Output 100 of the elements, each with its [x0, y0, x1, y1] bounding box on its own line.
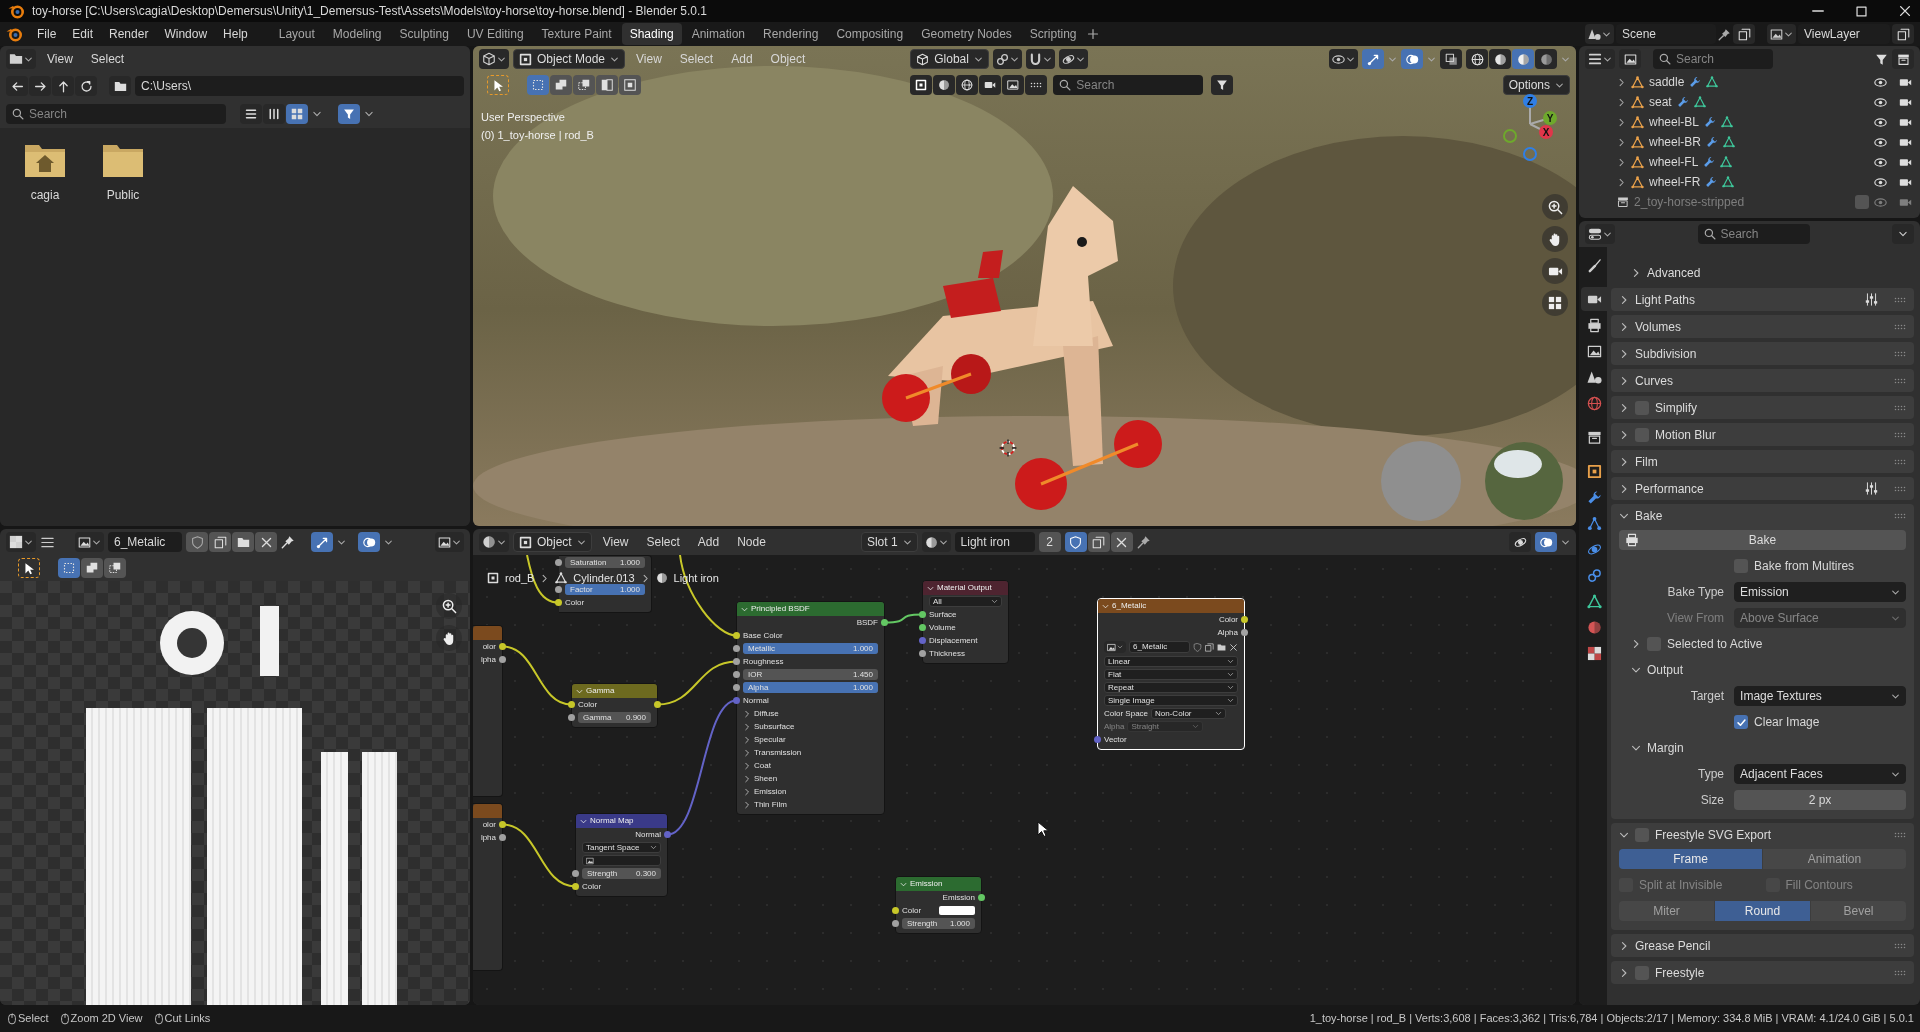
- panel-title[interactable]: Motion Blur: [1655, 425, 1716, 444]
- node[interactable]: Principled BSDF BSDF Base Color Metallic 1.000 Roughness IOR 1.450 Alpha 1.000 Normal Diffuse Subsurface Specular Transmission Coat Sheen Emission Thin Film: [736, 601, 885, 815]
- value-slider[interactable]: Factor 1.000: [565, 584, 645, 595]
- panel-label[interactable]: Specular: [754, 735, 786, 744]
- menu-item[interactable]: Add: [690, 531, 727, 553]
- object-name[interactable]: wheel-BL: [1649, 113, 1700, 131]
- image-name-field[interactable]: 6_Metalic: [1129, 641, 1190, 653]
- object-name[interactable]: saddle: [1649, 73, 1685, 91]
- search-input[interactable]: Search: [1076, 75, 1198, 95]
- orientation-dropdown[interactable]: Global: [910, 49, 989, 69]
- panel-title[interactable]: Advanced: [1647, 263, 1701, 282]
- panel-title[interactable]: Curves: [1635, 371, 1673, 390]
- node[interactable]: Gamma Color Gamma 0.900: [571, 683, 658, 728]
- workspace-tab[interactable]: Animation: [683, 23, 754, 45]
- menu-item[interactable]: Node: [730, 531, 773, 553]
- node[interactable]: Emission Emission Color Strength 1.000: [895, 876, 982, 934]
- file-name[interactable]: cagia: [30, 186, 60, 204]
- dropdown[interactable]: Tangent Space: [582, 842, 661, 853]
- slot-dropdown[interactable]: Slot 1: [860, 532, 918, 552]
- object-name[interactable]: wheel-BR: [1649, 133, 1702, 151]
- workspace-tab[interactable]: UV Editing: [458, 23, 532, 45]
- image-name-field[interactable]: 6_Metalic: [108, 532, 182, 552]
- workspace-tab[interactable]: Sculpting: [391, 23, 457, 45]
- menu-item[interactable]: Help: [216, 23, 255, 45]
- menu-item[interactable]: Edit: [65, 23, 101, 45]
- user-count-button[interactable]: 2: [1038, 532, 1061, 552]
- dropdown[interactable]: Adjacent Faces: [1734, 764, 1906, 784]
- value-slider[interactable]: Alpha 1.000: [743, 682, 878, 693]
- node[interactable]: olor lpha: [473, 803, 503, 971]
- options-dropdown[interactable]: Options: [1502, 75, 1570, 95]
- value-slider[interactable]: Metallic 1.000: [743, 643, 878, 654]
- panel-title[interactable]: Grease Pencil: [1635, 936, 1711, 955]
- path-field[interactable]: C:\Users\: [135, 76, 464, 96]
- workspace-tab[interactable]: Rendering: [755, 23, 827, 45]
- value-slider[interactable]: Strength 1.000: [902, 918, 975, 929]
- search-field[interactable]: Search: [1697, 224, 1810, 244]
- panel-title[interactable]: Subdivision: [1635, 344, 1697, 363]
- panel-label[interactable]: Sheen: [754, 774, 778, 783]
- menu-item[interactable]: Render: [102, 23, 156, 45]
- material-field[interactable]: Light iron: [954, 532, 1035, 552]
- menu-item[interactable]: Select: [639, 531, 687, 553]
- scene-field[interactable]: Scene: [1616, 24, 1716, 44]
- node[interactable]: Material Output All Surface Volume Displacement Thickness: [922, 580, 1009, 664]
- menu-item[interactable]: Select: [83, 48, 132, 70]
- dropdown[interactable]: Linear: [1104, 656, 1238, 667]
- panel-title[interactable]: Freestyle: [1655, 963, 1705, 982]
- search-field[interactable]: Search: [1653, 49, 1773, 69]
- workspace-tab[interactable]: Layout: [270, 23, 323, 45]
- mode-dropdown[interactable]: Object Mode: [513, 49, 626, 69]
- workspace-tab[interactable]: Modeling: [324, 23, 390, 45]
- panel-title[interactable]: Film: [1635, 452, 1658, 471]
- search-field[interactable]: Search: [1053, 75, 1204, 95]
- value-slider[interactable]: Strength 0.300: [582, 868, 661, 879]
- panel-label[interactable]: Thin Film: [754, 800, 787, 809]
- panel-title[interactable]: Performance: [1635, 479, 1704, 498]
- panel-label[interactable]: Coat: [754, 761, 771, 770]
- menu-item[interactable]: View: [40, 48, 80, 70]
- panel-title[interactable]: Freestyle SVG Export: [1655, 825, 1772, 844]
- menu-item[interactable]: View: [595, 531, 636, 553]
- workspace-tab[interactable]: Geometry Nodes: [913, 23, 1020, 45]
- dropdown[interactable]: Image Textures: [1734, 686, 1906, 706]
- panel-label[interactable]: Diffuse: [754, 709, 779, 718]
- dropdown[interactable]: Single Image: [1104, 695, 1238, 706]
- dropdown[interactable]: Flat: [1104, 669, 1238, 680]
- file-name[interactable]: Public: [106, 186, 140, 204]
- workspace-tab[interactable]: Scripting: [1021, 23, 1085, 45]
- subpanel-title[interactable]: Selected to Active: [1667, 635, 1763, 653]
- dropdown[interactable]: Emission: [1734, 582, 1906, 602]
- value-slider[interactable]: IOR 1.450: [743, 669, 878, 680]
- workspace-tab[interactable]: Shading: [621, 23, 682, 45]
- object-name[interactable]: wheel-FR: [1649, 173, 1701, 191]
- view-layer-field[interactable]: ViewLayer: [1798, 24, 1890, 44]
- panel-label[interactable]: Transmission: [754, 748, 802, 757]
- search-input[interactable]: Search: [1720, 224, 1804, 244]
- dropdown[interactable]: Non-Color: [1151, 708, 1227, 719]
- number-field[interactable]: 2 px: [1734, 790, 1906, 810]
- menu-item[interactable]: File: [30, 23, 64, 45]
- value-slider[interactable]: Saturation 1.000: [565, 557, 645, 568]
- mode-dropdown[interactable]: Object: [513, 532, 592, 552]
- dropdown[interactable]: Repeat: [1104, 682, 1238, 693]
- workspace-tab[interactable]: Compositing: [828, 23, 912, 45]
- menu-item[interactable]: Window: [157, 23, 215, 45]
- panel-title[interactable]: Bake: [1635, 506, 1663, 525]
- object-name[interactable]: wheel-FL: [1649, 153, 1699, 171]
- panel-title[interactable]: Simplify: [1655, 398, 1697, 417]
- search-input[interactable]: Search: [1676, 49, 1767, 69]
- panel-title[interactable]: Light Paths: [1635, 290, 1696, 309]
- subpanel-title[interactable]: Margin: [1647, 739, 1684, 757]
- subpanel-title[interactable]: Output: [1647, 661, 1684, 679]
- bake-button[interactable]: Bake: [1619, 530, 1906, 550]
- breadcrumb-item[interactable]: Cylinder.013: [573, 570, 635, 587]
- workspace-tab[interactable]: Texture Paint: [533, 23, 620, 45]
- value-slider[interactable]: Gamma 0.900: [578, 712, 651, 723]
- node[interactable]: Normal Map Normal Tangent Space Strength 0.300 Color: [575, 813, 668, 897]
- node[interactable]: olor lpha: [473, 625, 503, 797]
- panel-label[interactable]: Subsurface: [754, 722, 795, 731]
- object-name[interactable]: seat: [1649, 93, 1672, 111]
- panel-title[interactable]: Volumes: [1635, 317, 1682, 336]
- dropdown[interactable]: All: [929, 596, 1002, 607]
- panel-label[interactable]: Emission: [754, 787, 787, 796]
